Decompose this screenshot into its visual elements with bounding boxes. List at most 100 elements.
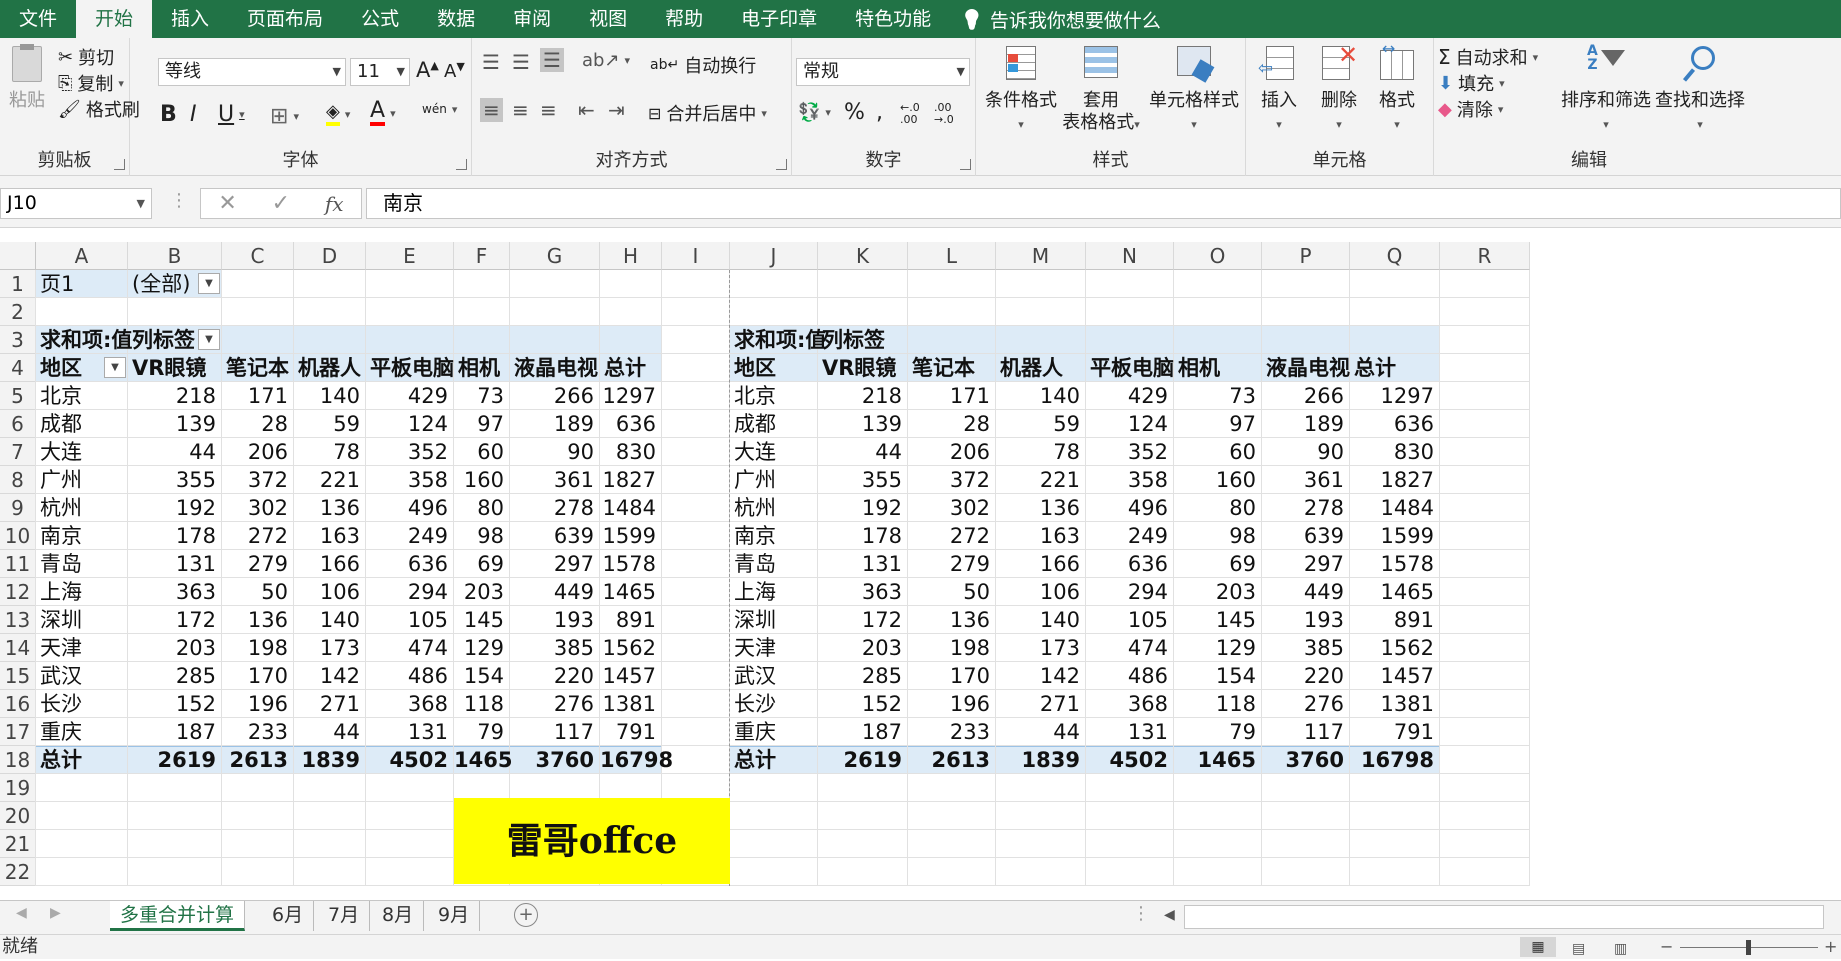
pivot2-value[interactable]: 140: [996, 382, 1086, 410]
pivot-value[interactable]: 166: [294, 550, 366, 578]
pivot-value[interactable]: 140: [294, 382, 366, 410]
row-header-10[interactable]: 10: [0, 522, 36, 550]
sheet-tab-4[interactable]: 9月: [428, 901, 481, 931]
pivot2-value[interactable]: 142: [996, 662, 1086, 690]
pivot2-row-name[interactable]: 武汉: [730, 662, 818, 690]
underline-button[interactable]: U ▾: [218, 102, 245, 127]
font-name-select[interactable]: 等线 ▼: [158, 58, 346, 86]
pivot-column-header[interactable]: 相机: [454, 354, 510, 382]
pivot-value[interactable]: 220: [510, 662, 600, 690]
pivot-value[interactable]: 449: [510, 578, 600, 606]
pivot-total-value[interactable]: 4502: [366, 746, 454, 774]
pivot2-total-value[interactable]: 3760: [1262, 746, 1350, 774]
row-header-6[interactable]: 6: [0, 410, 36, 438]
number-format-select[interactable]: 常规 ▼: [796, 58, 970, 86]
pivot2-value[interactable]: 145: [1174, 606, 1262, 634]
row-header-22[interactable]: 22: [0, 858, 36, 886]
align-bottom-button[interactable]: ☰: [540, 48, 564, 72]
pivot-value[interactable]: 206: [222, 438, 294, 466]
pivot-value[interactable]: 272: [222, 522, 294, 550]
align-top-button[interactable]: ☰: [482, 50, 500, 74]
increase-decimal-button[interactable]: ←.0.00: [900, 102, 920, 126]
tab-scroll-left-icon[interactable]: ◀: [16, 905, 27, 921]
zoom-out-icon[interactable]: −: [1660, 935, 1673, 959]
align-left-button[interactable]: ≡: [480, 98, 503, 122]
phonetic-button[interactable]: wén ▾: [422, 102, 457, 116]
align-middle-button[interactable]: ☰: [512, 50, 530, 74]
pivot2-value[interactable]: 1484: [1350, 494, 1440, 522]
pivot2-value[interactable]: 363: [818, 578, 908, 606]
pivot-value[interactable]: 279: [222, 550, 294, 578]
row-header-19[interactable]: 19: [0, 774, 36, 802]
column-header-N[interactable]: N: [1086, 242, 1174, 270]
align-center-button[interactable]: ≡: [512, 98, 529, 122]
pivot-total-value[interactable]: 3760: [510, 746, 600, 774]
row-header-4[interactable]: 4: [0, 354, 36, 382]
pivot-value[interactable]: 98: [454, 522, 510, 550]
decrease-decimal-button[interactable]: .00 →.0: [934, 102, 954, 126]
pivot2-value[interactable]: 189: [1262, 410, 1350, 438]
sheet-tab-1[interactable]: 6月: [262, 901, 315, 931]
pivot-value[interactable]: 1381: [600, 690, 662, 718]
pivot-total-value[interactable]: 1465: [454, 746, 512, 774]
column-header-M[interactable]: M: [996, 242, 1086, 270]
cut-button[interactable]: ✂ 剪切: [58, 44, 114, 70]
pivot-value[interactable]: 302: [222, 494, 294, 522]
pivot-value[interactable]: 97: [454, 410, 510, 438]
ribbon-tab-8[interactable]: 帮助: [646, 0, 722, 38]
pivot2-value[interactable]: 636: [1350, 410, 1440, 438]
pivot2-value[interactable]: 449: [1262, 578, 1350, 606]
pivot2-row-name[interactable]: 上海: [730, 578, 818, 606]
pivot2-value[interactable]: 178: [818, 522, 908, 550]
pivot-value[interactable]: 355: [128, 466, 222, 494]
pivot-value[interactable]: 486: [366, 662, 454, 690]
pivot-row-name[interactable]: 上海: [36, 578, 128, 606]
pivot2-total-value[interactable]: 2619: [818, 746, 908, 774]
format-painter-button[interactable]: 🖌 格式刷: [58, 96, 140, 122]
pivot-value[interactable]: 218: [128, 382, 222, 410]
pivot2-row-name[interactable]: 深圳: [730, 606, 818, 634]
pivot2-value[interactable]: 221: [996, 466, 1086, 494]
alignment-launcher-icon[interactable]: [776, 159, 787, 170]
ribbon-tab-10[interactable]: 特色功能: [836, 0, 950, 38]
pivot-total-value[interactable]: 2613: [222, 746, 294, 774]
pivot-value[interactable]: 173: [294, 634, 366, 662]
pivot-value[interactable]: 1457: [600, 662, 662, 690]
pivot-column-header[interactable]: 液晶电视: [510, 354, 600, 382]
pivot2-row-name[interactable]: 大连: [730, 438, 818, 466]
pivot-value[interactable]: 221: [294, 466, 366, 494]
pivot2-total-value[interactable]: 16798: [1350, 746, 1440, 774]
pivot-value[interactable]: 636: [366, 550, 454, 578]
pivot2-value[interactable]: 136: [908, 606, 996, 634]
column-header-G[interactable]: G: [510, 242, 600, 270]
ribbon-tab-3[interactable]: 页面布局: [228, 0, 342, 38]
increase-font-button[interactable]: A▲: [416, 58, 439, 82]
pivot2-value[interactable]: 1562: [1350, 634, 1440, 662]
pivot2-value[interactable]: 220: [1262, 662, 1350, 690]
pivot2-value[interactable]: 203: [818, 634, 908, 662]
pivot-value[interactable]: 1827: [600, 466, 662, 494]
column-header-O[interactable]: O: [1174, 242, 1262, 270]
pivot2-value[interactable]: 106: [996, 578, 1086, 606]
pivot2-value[interactable]: 187: [818, 718, 908, 746]
pivot2-value[interactable]: 131: [818, 550, 908, 578]
pivot2-value[interactable]: 1827: [1350, 466, 1440, 494]
horizontal-scrollbar[interactable]: [1184, 905, 1824, 929]
hscroll-left-icon[interactable]: ◀: [1164, 907, 1175, 923]
pivot-value[interactable]: 28: [222, 410, 294, 438]
pivot2-value[interactable]: 385: [1262, 634, 1350, 662]
pivot2-value[interactable]: 1465: [1350, 578, 1440, 606]
pivot-value[interactable]: 44: [128, 438, 222, 466]
pivot-value[interactable]: 285: [128, 662, 222, 690]
column-header-L[interactable]: L: [908, 242, 996, 270]
column-label-dropdown[interactable]: ▼: [198, 329, 220, 350]
pivot-value[interactable]: 271: [294, 690, 366, 718]
ribbon-tab-2[interactable]: 插入: [152, 0, 228, 38]
column-header-E[interactable]: E: [366, 242, 454, 270]
pivot-value[interactable]: 145: [454, 606, 510, 634]
pivot-value[interactable]: 187: [128, 718, 222, 746]
pivot-value[interactable]: 276: [510, 690, 600, 718]
pivot-total-value[interactable]: 2619: [128, 746, 222, 774]
pivot-value[interactable]: 152: [128, 690, 222, 718]
column-header-F[interactable]: F: [454, 242, 510, 270]
